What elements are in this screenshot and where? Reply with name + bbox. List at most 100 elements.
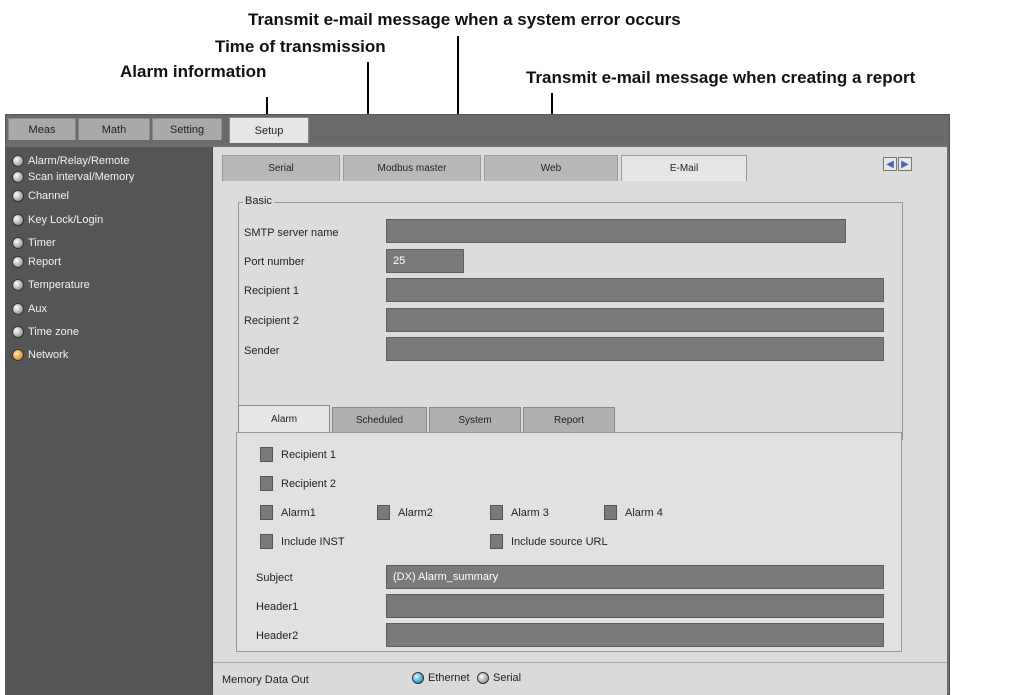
sidebar-item-label: Timer [28,237,56,249]
smtp-server-field[interactable] [386,219,846,243]
tab-setup[interactable]: Setup [229,117,309,143]
main-panel: Serial Modbus master Web E-Mail ◀ ▶ Basi… [213,147,947,662]
sidebar-item-aux[interactable]: Aux [12,299,47,319]
radio-selected-icon [12,349,24,361]
radio-label: Ethernet [428,672,470,684]
callout-alarm-information: Alarm information [120,62,267,81]
radio-icon [12,155,24,167]
sidebar-item-time-zone[interactable]: Time zone [12,322,79,342]
app-window: Meas Math Setting Setup Alarm/Relay/Remo… [5,114,950,695]
checkbox-label: Alarm 3 [511,506,549,519]
port-number-label: Port number [244,256,305,268]
radio-label: Serial [493,672,522,684]
header2-field[interactable] [386,623,884,647]
tab-system[interactable]: System [429,407,521,433]
header1-label: Header1 [256,601,299,613]
sidebar-item-temperature[interactable]: Temperature [12,275,90,295]
checkbox-icon [260,505,273,520]
top-tab-bar: Meas Math Setting Setup [6,115,949,143]
include-source-url-checkbox[interactable]: Include source URL [490,534,608,549]
checkbox-label: Recipient 1 [281,448,337,461]
header2-label: Header2 [256,630,299,642]
radio-icon [12,279,24,291]
radio-icon [12,237,24,249]
sidebar-item-report[interactable]: Report [12,252,61,272]
arrow-left-icon: ◀ [886,158,894,170]
sidebar-item-label: Report [28,256,62,268]
radio-icon [477,672,489,684]
callout-creating-report: Transmit e-mail message when creating a … [526,68,916,87]
sidebar-item-label: Time zone [28,326,79,338]
radio-icon [12,256,24,268]
tab-setting[interactable]: Setting [152,118,222,140]
tab-web[interactable]: Web [484,155,618,181]
tab-report[interactable]: Report [523,407,615,433]
checkbox-icon [490,534,503,549]
callout-system-error: Transmit e-mail message when a system er… [248,10,681,29]
recipient-1-label: Recipient 1 [244,285,300,297]
checkbox-icon [604,505,617,520]
recipient-1-field[interactable] [386,278,884,302]
memory-data-out-label: Memory Data Out [222,674,309,686]
alarm4-checkbox[interactable]: Alarm 4 [604,505,663,520]
radio-icon [12,303,24,315]
radio-icon [12,326,24,338]
subject-field[interactable]: (DX) Alarm_summary [386,565,884,589]
sidebar-item-label: Alarm/Relay/Remote [28,155,130,167]
sidebar-item-label: Aux [28,303,47,315]
checkbox-label: Alarm1 [281,506,316,519]
checkbox-label: Include INST [281,535,345,548]
sidebar-item-label: Network [28,349,69,361]
ethernet-radio[interactable]: Ethernet [412,672,470,684]
recipient-2-field[interactable] [386,308,884,332]
checkbox-label: Include source URL [511,535,608,548]
scroll-right-button[interactable]: ▶ [898,157,912,171]
sender-label: Sender [244,345,280,357]
sender-field[interactable] [386,337,884,361]
checkbox-icon [377,505,390,520]
sidebar-item-timer[interactable]: Timer [12,233,56,253]
serial-radio[interactable]: Serial [477,672,521,684]
alarm2-checkbox[interactable]: Alarm2 [377,505,433,520]
checkbox-label: Alarm2 [398,506,433,519]
tab-e-mail[interactable]: E-Mail [621,155,747,181]
radio-selected-icon [412,672,424,684]
port-number-field[interactable]: 25 [386,249,464,273]
arrow-right-icon: ▶ [901,158,909,170]
checkbox-label: Alarm 4 [625,506,663,519]
tab-math[interactable]: Math [78,118,150,140]
sidebar-item-scan-interval-memory[interactable]: Scan interval/Memory [12,167,134,187]
memory-data-out-bar: Memory Data Out Ethernet Serial [213,662,947,695]
recipient-2-checkbox[interactable]: Recipient 2 [260,476,336,491]
checkbox-icon [490,505,503,520]
checkbox-icon [260,476,273,491]
recipient-2-label: Recipient 2 [244,315,300,327]
basic-group-legend: Basic [243,195,274,207]
tab-meas[interactable]: Meas [8,118,76,140]
recipient-1-checkbox[interactable]: Recipient 1 [260,447,336,462]
header1-field[interactable] [386,594,884,618]
sidebar-item-channel[interactable]: Channel [12,186,69,206]
alarm1-checkbox[interactable]: Alarm1 [260,505,316,520]
alarm3-checkbox[interactable]: Alarm 3 [490,505,549,520]
sidebar-item-label: Key Lock/Login [28,214,104,226]
sidebar-item-key-lock-login[interactable]: Key Lock/Login [12,210,103,230]
sidebar-item-label: Channel [28,190,69,202]
radio-icon [12,171,24,183]
tab-modbus-master[interactable]: Modbus master [343,155,481,181]
tab-alarm[interactable]: Alarm [238,405,330,433]
alarm-panel: Recipient 1 Recipient 2 Alarm1 Alarm2 Al… [236,432,902,652]
sidebar-item-network[interactable]: Network [12,345,68,365]
include-inst-checkbox[interactable]: Include INST [260,534,345,549]
radio-icon [12,214,24,226]
scroll-left-button[interactable]: ◀ [883,157,897,171]
callout-time-of-transmission: Time of transmission [215,37,386,56]
tab-scheduled[interactable]: Scheduled [332,407,427,433]
sidebar-item-label: Temperature [28,279,90,291]
radio-icon [12,190,24,202]
tab-serial[interactable]: Serial [222,155,340,181]
sidebar: Alarm/Relay/Remote Scan interval/Memory … [6,147,213,694]
subject-label: Subject [256,572,293,584]
checkbox-label: Recipient 2 [281,477,337,490]
checkbox-icon [260,534,273,549]
